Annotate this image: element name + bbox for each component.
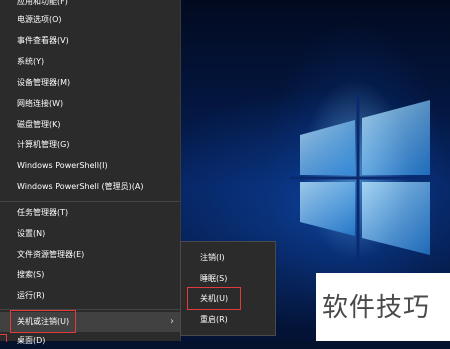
submenu-item-restart[interactable]: 重启(R) [200, 312, 228, 328]
menu-item-disk-management[interactable]: 磁盘管理(K) [17, 117, 61, 133]
shutdown-submenu: 注销(I) 睡眠(S) 关机(U) 重启(R) [180, 241, 276, 336]
menu-item-device-manager[interactable]: 设备管理器(M) [17, 75, 70, 91]
menu-separator [0, 201, 180, 202]
menu-item-settings[interactable]: 设置(N) [17, 226, 45, 242]
menu-item-computer-management[interactable]: 计算机管理(G) [17, 137, 69, 153]
menu-item-task-manager[interactable]: 任务管理器(T) [17, 205, 68, 221]
menu-item-search[interactable]: 搜索(S) [17, 267, 44, 283]
annotation-box [187, 287, 241, 310]
menu-item-run[interactable]: 运行(R) [17, 288, 45, 304]
menu-item-desktop[interactable]: 桌面(D) [17, 333, 45, 349]
menu-item-event-viewer[interactable]: 事件查看器(V) [17, 33, 69, 49]
watermark: 软件技巧 [316, 273, 450, 341]
menu-item-powershell-admin[interactable]: Windows PowerShell (管理员)(A) [17, 179, 143, 195]
menu-item-apps-features[interactable]: 应用和功能(F) [17, 0, 68, 10]
menu-item-file-explorer[interactable]: 文件资源管理器(E) [17, 247, 84, 263]
winx-context-menu: 应用和功能(F) 电源选项(O) 事件查看器(V) 系统(Y) 设备管理器(M)… [0, 0, 181, 345]
watermark-text: 软件技巧 [322, 293, 431, 323]
submenu-item-sleep[interactable]: 睡眠(S) [200, 271, 227, 287]
submenu-item-signout[interactable]: 注销(I) [200, 250, 225, 266]
menu-item-powershell[interactable]: Windows PowerShell(I) [17, 158, 108, 174]
annotation-box [10, 310, 76, 333]
menu-item-power-options[interactable]: 电源选项(O) [17, 12, 62, 28]
chevron-right-icon: › [170, 316, 174, 327]
menu-item-network-connections[interactable]: 网络连接(W) [17, 96, 63, 112]
menu-item-system[interactable]: 系统(Y) [17, 54, 44, 70]
